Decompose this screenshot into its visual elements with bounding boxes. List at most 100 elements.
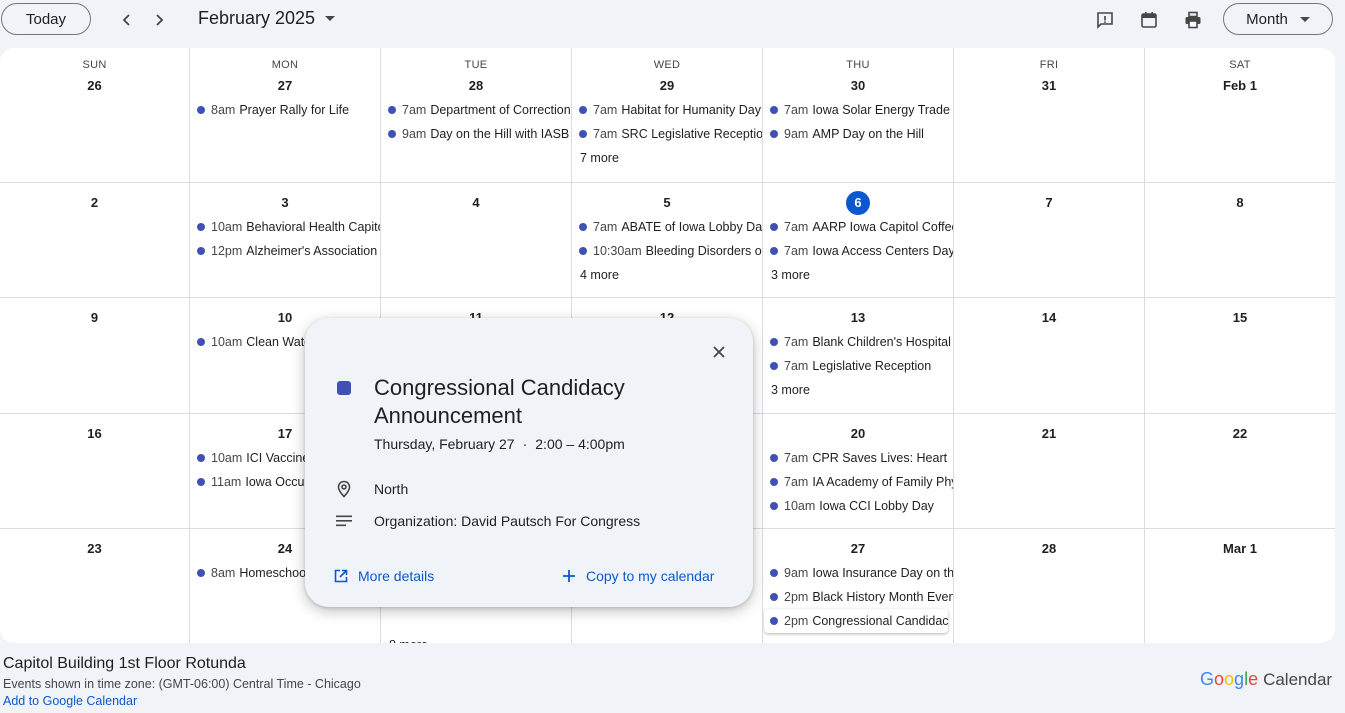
event-chip[interactable]: 10:30am Bleeding Disorders of <box>579 239 762 263</box>
day-cell[interactable]: 23 <box>0 529 190 643</box>
day-cell[interactable]: Mar 1 <box>1145 529 1335 643</box>
event-chip[interactable]: 7am Blank Children's Hospital <box>770 330 953 354</box>
date-number[interactable]: 2 <box>0 191 189 215</box>
event-chip[interactable]: 7am Habitat for Humanity Day <box>579 98 762 122</box>
event-chip[interactable]: 7am Legislative Reception <box>770 354 953 378</box>
day-cell[interactable]: THU 30 7am Iowa Solar Energy Trade 9am AMP Da… <box>763 48 954 182</box>
day-cell[interactable]: 14 <box>954 298 1145 413</box>
date-number[interactable]: 30 <box>763 74 953 98</box>
day-cell[interactable]: 28 <box>954 529 1145 643</box>
event-chip[interactable]: 12pm Alzheimer's Association <box>197 239 380 263</box>
day-cell[interactable]: 13 7am Blank Children's Hospital 7am Legisla… <box>763 298 954 413</box>
more-events-link[interactable]: 3 more <box>770 378 953 402</box>
more-details-link[interactable]: More details <box>333 568 434 584</box>
date-label: 28 <box>1041 541 1057 556</box>
event-chip[interactable]: 7am Iowa Access Centers Day <box>770 239 953 263</box>
date-number[interactable]: 7 <box>954 191 1144 215</box>
event-chip[interactable]: 7am SRC Legislative Reception <box>579 122 762 146</box>
event-chip[interactable]: 7am Iowa Solar Energy Trade <box>770 98 953 122</box>
day-cell[interactable]: TUE 28 7am Department of Corrections 9am Day … <box>381 48 572 182</box>
event-chip[interactable]: 7am ABATE of Iowa Lobby Day <box>579 215 762 239</box>
more-events-link[interactable]: 3 more <box>770 263 953 287</box>
day-cell[interactable]: FRI 31 <box>954 48 1145 182</box>
event-chip[interactable]: 9am AMP Day on the Hill <box>770 122 953 146</box>
event-chip[interactable]: 7amIA Academy of Family Physicians <box>770 470 953 494</box>
google-calendar-logo[interactable]: Google Calendar <box>1200 669 1332 690</box>
month-selector[interactable]: February 2025 <box>198 8 336 29</box>
chevron-left-icon[interactable] <box>113 6 141 34</box>
chevron-right-icon[interactable] <box>145 6 173 34</box>
print-icon[interactable] <box>1179 6 1207 34</box>
day-cell[interactable]: 5 7am ABATE of Iowa Lobby Day 10:30am Bleedi… <box>572 183 763 297</box>
date-number[interactable]: 22 <box>1145 422 1335 446</box>
today-date-number[interactable]: 6 <box>763 191 953 215</box>
add-to-google-calendar-link[interactable]: Add to Google Calendar <box>3 694 137 708</box>
event-dot <box>388 130 396 138</box>
date-number[interactable]: 31 <box>954 74 1144 98</box>
event-title: Congressional Candidacy Announcement <box>374 375 625 428</box>
date-number[interactable]: 14 <box>954 306 1144 330</box>
today-button[interactable]: Today <box>1 3 91 35</box>
day-cell[interactable]: 15 <box>1145 298 1335 413</box>
event-list: 8am Prayer Rally for Life <box>190 98 380 122</box>
date-number[interactable]: 28 <box>381 74 571 98</box>
day-cell[interactable]: WED 29 7am Habitat for Humanity Day 7am SRC L… <box>572 48 763 182</box>
date-number[interactable]: 15 <box>1145 306 1335 330</box>
day-cell[interactable]: 22 <box>1145 414 1335 528</box>
feedback-icon[interactable] <box>1091 6 1119 34</box>
date-number[interactable]: 8 <box>1145 191 1335 215</box>
day-cell[interactable]: SUN 26 <box>0 48 190 182</box>
day-cell[interactable]: 6 7am AARP Iowa Capitol Coffee 7am Iowa Acce… <box>763 183 954 297</box>
day-cell[interactable]: 8 <box>1145 183 1335 297</box>
selected-event-chip[interactable]: 2pm Congressional Candidacy <box>764 609 948 633</box>
date-number[interactable]: 4 <box>381 191 571 215</box>
date-number[interactable]: 23 <box>0 537 189 561</box>
date-label: 27 <box>850 541 866 556</box>
date-number[interactable]: Mar 1 <box>1145 537 1335 561</box>
close-icon[interactable] <box>705 338 733 366</box>
event-chip[interactable]: 7am Department of Corrections <box>388 98 571 122</box>
location-pin-icon <box>334 479 354 499</box>
day-cell[interactable]: 20 7am CPR Saves Lives: Heart 7am IA Academy… <box>763 414 954 528</box>
event-chip[interactable]: 10am Iowa CCI Lobby Day <box>770 494 953 518</box>
date-number[interactable]: Feb 1 <box>1145 74 1335 98</box>
date-number[interactable]: 21 <box>954 422 1144 446</box>
day-cell[interactable]: 27 9amIowa Insurance Day on the Hill2pmBl… <box>763 529 954 643</box>
event-chip[interactable]: 9am Day on the Hill with IASB <box>388 122 571 146</box>
day-cell[interactable]: 9 <box>0 298 190 413</box>
date-number[interactable]: 20 <box>763 422 953 446</box>
day-cell[interactable]: MON 27 8am Prayer Rally for Life <box>190 48 381 182</box>
caret-down-icon <box>325 16 336 21</box>
event-chip[interactable]: 9amIowa Insurance Day on the Hill <box>770 561 953 585</box>
weekday-header: TUE <box>464 59 488 71</box>
date-number[interactable]: 26 <box>0 74 189 98</box>
event-title: SRC Legislative Reception <box>621 127 762 141</box>
date-number[interactable]: 13 <box>763 306 953 330</box>
day-cell[interactable]: SAT Feb 1 <box>1145 48 1335 182</box>
event-chip[interactable]: 8am Prayer Rally for Life <box>197 98 380 122</box>
day-cell[interactable]: 2 <box>0 183 190 297</box>
copy-to-calendar-link[interactable]: Copy to my calendar <box>561 568 714 584</box>
date-number[interactable]: 29 <box>572 74 762 98</box>
event-chip[interactable]: 10am Behavioral Health Capitol <box>197 215 380 239</box>
date-number[interactable]: 9 <box>0 306 189 330</box>
view-selector-button[interactable]: Month <box>1223 3 1333 35</box>
date-number[interactable]: 5 <box>572 191 762 215</box>
date-number[interactable]: 27 <box>190 74 380 98</box>
day-cell[interactable]: 7 <box>954 183 1145 297</box>
event-chip[interactable]: 7am CPR Saves Lives: Heart <box>770 446 953 470</box>
day-cell[interactable]: 21 <box>954 414 1145 528</box>
day-cell[interactable]: 16 <box>0 414 190 528</box>
date-number[interactable]: 28 <box>954 537 1144 561</box>
event-chip[interactable]: 7am AARP Iowa Capitol Coffee <box>770 215 953 239</box>
date-number[interactable]: 27 <box>763 537 953 561</box>
date-number[interactable]: 3 <box>190 191 380 215</box>
calendar-icon[interactable] <box>1135 6 1163 34</box>
more-events-link[interactable]: 7 more <box>579 146 762 170</box>
more-events-link[interactable]: 8 more <box>388 633 571 643</box>
day-cell[interactable]: 4 <box>381 183 572 297</box>
event-chip[interactable]: 2pm Black History Month Event <box>770 585 953 609</box>
day-cell[interactable]: 3 10am Behavioral Health Capitol 12pm Alzhei… <box>190 183 381 297</box>
more-events-link[interactable]: 4 more <box>579 263 762 287</box>
date-number[interactable]: 16 <box>0 422 189 446</box>
